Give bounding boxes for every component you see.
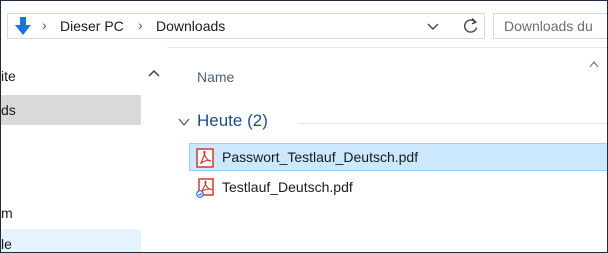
nav-item-downloads[interactable]: ds bbox=[1, 95, 141, 125]
address-toolbar: › Dieser PC › Downloads Downloads du bbox=[1, 1, 607, 48]
scroll-up-icon[interactable] bbox=[147, 67, 161, 79]
explorer-window: › Dieser PC › Downloads Downloads du ite… bbox=[0, 0, 608, 253]
pdf-shared-icon bbox=[196, 178, 214, 198]
group-divider bbox=[299, 123, 607, 124]
file-row[interactable]: Testlauf_Deutsch.pdf bbox=[189, 173, 607, 201]
nav-item-label: le bbox=[1, 236, 12, 252]
search-input[interactable]: Downloads du bbox=[493, 13, 607, 39]
breadcrumb-separator: › bbox=[138, 17, 143, 33]
nav-item-3[interactable]: m bbox=[1, 198, 141, 228]
nav-item-4[interactable]: le bbox=[1, 229, 141, 252]
navigation-pane: ite ds m le bbox=[1, 47, 167, 252]
down-arrow-icon[interactable] bbox=[12, 15, 34, 37]
chevron-down-icon[interactable] bbox=[177, 115, 191, 129]
file-name: Passwort_Testlauf_Deutsch.pdf bbox=[222, 149, 419, 165]
breadcrumb-downloads[interactable]: Downloads bbox=[156, 18, 225, 34]
address-bar[interactable]: › Dieser PC › Downloads bbox=[7, 13, 485, 39]
group-label: Heute (2) bbox=[197, 111, 268, 130]
file-row[interactable]: Passwort_Testlauf_Deutsch.pdf bbox=[189, 143, 607, 171]
breadcrumb-separator: › bbox=[42, 17, 47, 33]
file-name: Testlauf_Deutsch.pdf bbox=[222, 179, 353, 195]
refresh-icon[interactable] bbox=[462, 17, 480, 35]
sort-ascending-icon bbox=[589, 61, 599, 68]
breadcrumb-dieser-pc[interactable]: Dieser PC bbox=[60, 18, 124, 34]
pdf-icon bbox=[196, 148, 214, 168]
file-list: Name Heute (2) Passwort_Testlauf_Deutsch… bbox=[167, 47, 607, 252]
nav-item-label: m bbox=[1, 205, 13, 221]
nav-item-label: ite bbox=[1, 68, 16, 84]
nav-item-label: ds bbox=[1, 102, 16, 118]
chevron-down-icon[interactable] bbox=[425, 18, 441, 34]
group-header-today[interactable]: Heute (2) bbox=[177, 109, 607, 135]
search-placeholder: Downloads du bbox=[504, 18, 593, 34]
nav-item-1[interactable]: ite bbox=[1, 61, 141, 91]
column-header-name[interactable]: Name bbox=[197, 69, 234, 85]
